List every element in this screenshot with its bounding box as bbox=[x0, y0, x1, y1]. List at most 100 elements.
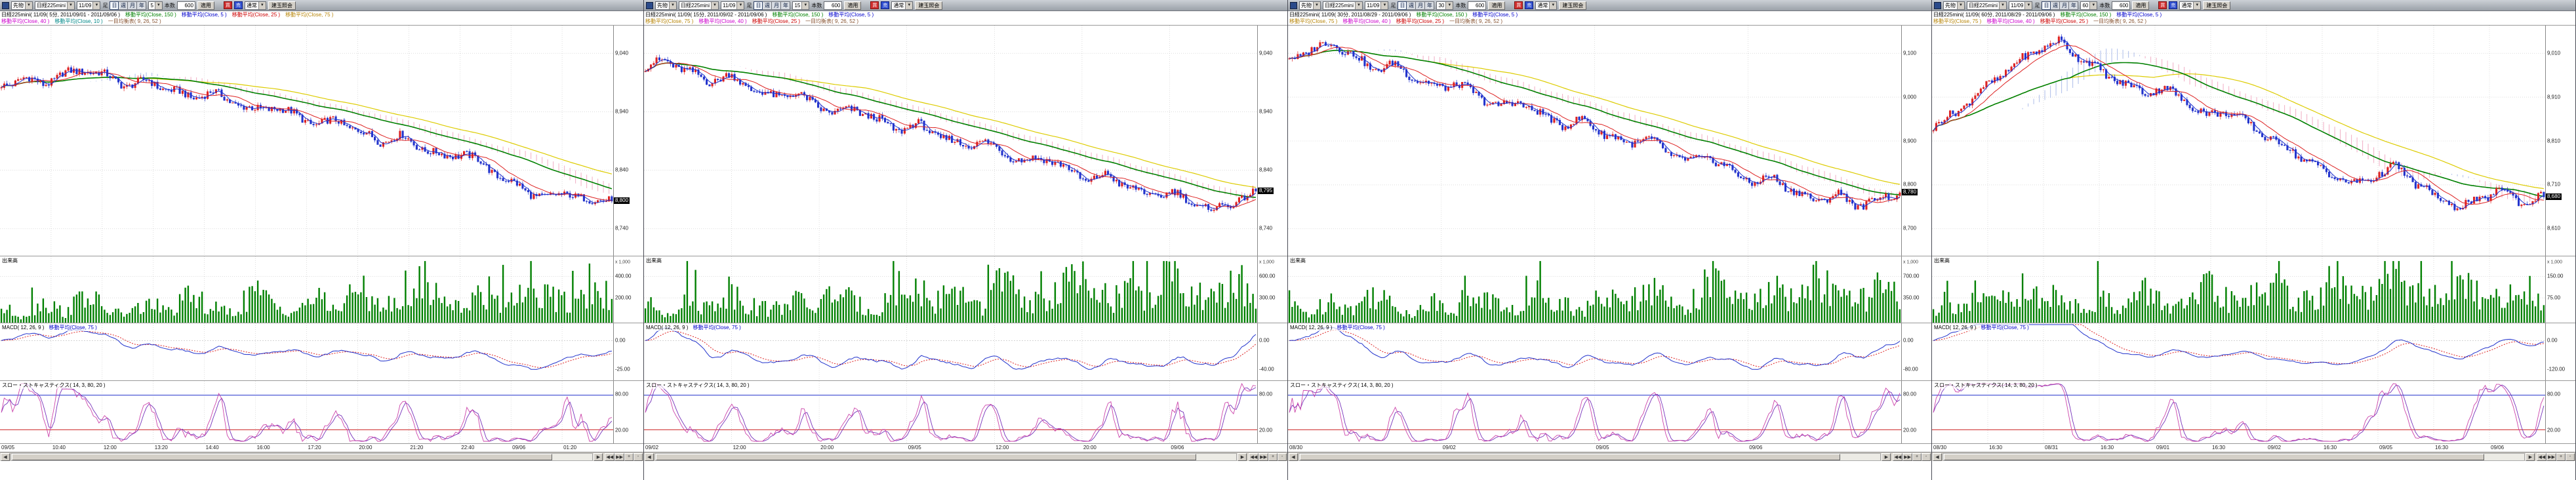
scroll-left-button[interactable]: ◀ bbox=[1, 453, 10, 461]
chart-tool-button[interactable]: ▶▶ bbox=[2546, 453, 2556, 461]
scroll-right-button[interactable]: ▶ bbox=[1882, 453, 1891, 461]
positions-inquiry-button[interactable]: 建玉照会 bbox=[1559, 1, 1586, 10]
scroll-left-button[interactable]: ◀ bbox=[1933, 453, 1942, 461]
period-button[interactable]: 日 bbox=[1398, 1, 1407, 10]
period-button[interactable]: 年 bbox=[2069, 1, 2078, 10]
chart-tool-button[interactable]: - bbox=[2566, 453, 2575, 461]
scrollbar-thumb[interactable] bbox=[12, 454, 552, 460]
scrollbar-track[interactable] bbox=[1942, 453, 2525, 461]
contract-month-select[interactable]: 11/09 ▼ bbox=[1365, 1, 1388, 10]
positions-inquiry-button[interactable]: 建玉照会 bbox=[268, 1, 296, 10]
order-type-select[interactable]: 通常 ▼ bbox=[245, 1, 266, 10]
scrollbar-track[interactable] bbox=[1298, 453, 1881, 461]
stochastics-plot[interactable] bbox=[1288, 381, 1901, 443]
macd-plot[interactable] bbox=[1288, 323, 1901, 380]
price-plot[interactable] bbox=[1288, 26, 1901, 256]
stochastics-plot[interactable] bbox=[1932, 381, 2545, 443]
chart-tool-button[interactable]: - bbox=[1922, 453, 1931, 461]
period-button[interactable]: 月 bbox=[2060, 1, 2069, 10]
bar-count-input[interactable]: 600 bbox=[1468, 1, 1486, 10]
scroll-right-button[interactable]: ▶ bbox=[594, 453, 603, 461]
period-button[interactable]: 週 bbox=[2051, 1, 2060, 10]
order-type-select[interactable]: 通常 ▼ bbox=[891, 1, 913, 10]
contract-month-select[interactable]: 11/09 ▼ bbox=[721, 1, 744, 10]
period-button[interactable]: 月 bbox=[1416, 1, 1425, 10]
chart-tool-button[interactable]: ◀◀ bbox=[2537, 453, 2546, 461]
macd-plot[interactable] bbox=[644, 323, 1257, 380]
instrument-type-select[interactable]: 先物 ▼ bbox=[11, 1, 33, 10]
price-plot[interactable] bbox=[644, 26, 1257, 256]
macd-plot[interactable] bbox=[1932, 323, 2545, 380]
stochastics-plot[interactable] bbox=[0, 381, 613, 443]
apply-button[interactable]: 適用 bbox=[2132, 1, 2149, 10]
period-button[interactable]: 日 bbox=[754, 1, 763, 10]
scrollbar-thumb[interactable] bbox=[656, 454, 1196, 460]
scrollbar-track[interactable] bbox=[10, 453, 593, 461]
new-sell-button[interactable]: 売 bbox=[881, 1, 889, 9]
instrument-type-select[interactable]: 先物 ▼ bbox=[1943, 1, 1965, 10]
chart-tool-button[interactable]: + bbox=[624, 453, 634, 461]
scrollbar-thumb[interactable] bbox=[1944, 454, 2484, 460]
scroll-left-button[interactable]: ◀ bbox=[645, 453, 654, 461]
new-buy-button[interactable]: 買 bbox=[224, 1, 232, 9]
period-button[interactable]: 週 bbox=[1407, 1, 1416, 10]
period-button[interactable]: 週 bbox=[763, 1, 772, 10]
volume-plot[interactable] bbox=[1288, 256, 1901, 323]
apply-button[interactable]: 適用 bbox=[1488, 1, 1505, 10]
period-button[interactable]: 月 bbox=[128, 1, 137, 10]
order-type-select[interactable]: 通常 ▼ bbox=[1535, 1, 1557, 10]
scrollbar-thumb[interactable] bbox=[1300, 454, 1840, 460]
period-button[interactable]: 日 bbox=[2042, 1, 2051, 10]
period-button[interactable]: 週 bbox=[119, 1, 128, 10]
period-button[interactable]: 年 bbox=[1425, 1, 1434, 10]
scroll-right-button[interactable]: ▶ bbox=[2526, 453, 2535, 461]
chart-tool-button[interactable]: + bbox=[1912, 453, 1922, 461]
stochastics-plot[interactable] bbox=[644, 381, 1257, 443]
timeframe-select[interactable]: 15 ▼ bbox=[792, 1, 809, 10]
instrument-type-select[interactable]: 先物 ▼ bbox=[655, 1, 677, 10]
positions-inquiry-button[interactable]: 建玉照会 bbox=[915, 1, 942, 10]
bar-count-input[interactable]: 600 bbox=[824, 1, 842, 10]
contract-month-select[interactable]: 11/09 ▼ bbox=[77, 1, 100, 10]
symbol-select[interactable]: 日経225mini ▼ bbox=[1967, 1, 2007, 10]
period-button[interactable]: 月 bbox=[772, 1, 781, 10]
chart-tool-button[interactable]: ▶▶ bbox=[614, 453, 624, 461]
volume-plot[interactable] bbox=[1932, 256, 2545, 323]
apply-button[interactable]: 適用 bbox=[197, 1, 214, 10]
positions-inquiry-button[interactable]: 建玉照会 bbox=[2203, 1, 2230, 10]
scroll-right-button[interactable]: ▶ bbox=[1238, 453, 1247, 461]
chart-tool-button[interactable]: + bbox=[1268, 453, 1278, 461]
scrollbar-track[interactable] bbox=[654, 453, 1237, 461]
timeframe-select[interactable]: 60 ▼ bbox=[2080, 1, 2097, 10]
new-sell-button[interactable]: 売 bbox=[2169, 1, 2177, 9]
order-type-select[interactable]: 通常 ▼ bbox=[2179, 1, 2201, 10]
bar-count-input[interactable]: 600 bbox=[2112, 1, 2130, 10]
chart-tool-button[interactable]: + bbox=[2556, 453, 2566, 461]
new-sell-button[interactable]: 売 bbox=[1525, 1, 1533, 9]
apply-button[interactable]: 適用 bbox=[844, 1, 861, 10]
volume-plot[interactable] bbox=[644, 256, 1257, 323]
timeframe-select[interactable]: 30 ▼ bbox=[1436, 1, 1453, 10]
new-buy-button[interactable]: 買 bbox=[1514, 1, 1523, 9]
timeframe-select[interactable]: 5 ▼ bbox=[148, 1, 162, 10]
symbol-select[interactable]: 日経225mini ▼ bbox=[679, 1, 719, 10]
period-button[interactable]: 年 bbox=[781, 1, 790, 10]
macd-plot[interactable] bbox=[0, 323, 613, 380]
scroll-left-button[interactable]: ◀ bbox=[1289, 453, 1298, 461]
symbol-select[interactable]: 日経225mini ▼ bbox=[1323, 1, 1363, 10]
price-plot[interactable] bbox=[1932, 26, 2545, 256]
price-plot[interactable] bbox=[0, 26, 613, 256]
chart-tool-button[interactable]: ◀◀ bbox=[605, 453, 614, 461]
chart-tool-button[interactable]: - bbox=[1278, 453, 1287, 461]
period-button[interactable]: 日 bbox=[110, 1, 119, 10]
volume-plot[interactable] bbox=[0, 256, 613, 323]
contract-month-select[interactable]: 11/09 ▼ bbox=[2009, 1, 2032, 10]
chart-tool-button[interactable]: ▶▶ bbox=[1902, 453, 1912, 461]
chart-tool-button[interactable]: ▶▶ bbox=[1258, 453, 1268, 461]
new-sell-button[interactable]: 売 bbox=[234, 1, 243, 9]
chart-tool-button[interactable]: - bbox=[634, 453, 643, 461]
instrument-type-select[interactable]: 先物 ▼ bbox=[1299, 1, 1321, 10]
period-button[interactable]: 年 bbox=[137, 1, 146, 10]
new-buy-button[interactable]: 買 bbox=[870, 1, 879, 9]
bar-count-input[interactable]: 600 bbox=[177, 1, 195, 10]
